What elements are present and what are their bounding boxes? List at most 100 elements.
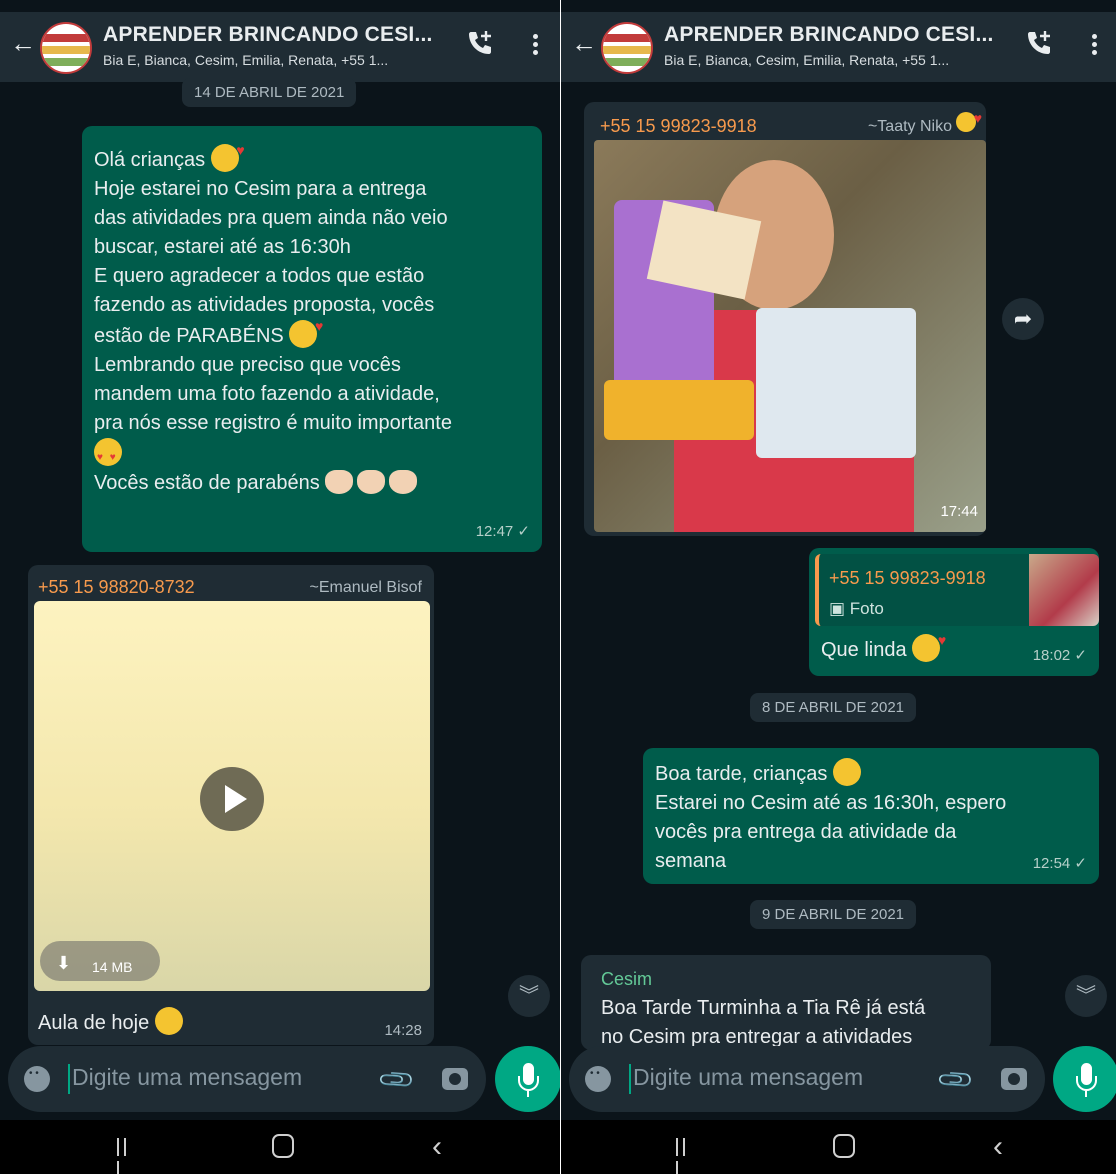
message-line: Boa tarde, crianças [655,758,1087,789]
arrow-left-icon[interactable]: ← [10,30,36,56]
group-participants[interactable]: Bia E, Bianca, Cesim, Emilia, Renata, +5… [103,52,388,68]
group-title[interactable]: APRENDER BRINCANDO CESI... [103,23,433,47]
outgoing-message[interactable]: Olá crianças Hoje estarei no Cesim para … [82,126,542,552]
camera-icon[interactable] [1001,1068,1027,1090]
message-line: Olá crianças [94,136,530,175]
outgoing-reply-message[interactable]: +55 15 99823-9918 ▣ Foto Que linda 18:02… [809,548,1099,676]
quoted-thumbnail [1029,554,1099,626]
group-avatar[interactable] [40,22,92,74]
add-call-icon[interactable] [1024,28,1054,58]
message-composer[interactable]: Digite uma mensagem 📎 [569,1046,1045,1112]
message-line: semana [655,850,727,872]
attach-icon[interactable]: 📎 [376,1060,418,1102]
quoted-sender: +55 15 99823-9918 [829,568,986,588]
text-caret [629,1064,631,1094]
message-text: Que linda [821,626,946,665]
message-line: estão de PARABÉNS [94,312,530,351]
sender-pushname: ~Emanuel Bisof [309,579,422,596]
message-time: 17:44 [940,503,978,520]
incoming-video-message[interactable]: +55 15 98820-8732 ~Emanuel Bisof ⬇ 14 MB… [28,565,434,1045]
download-arrow-icon: ⬇ [56,953,72,973]
chat-header: ← APRENDER BRINCANDO CESI... Bia E, Bian… [0,0,560,82]
home-icon[interactable] [272,1134,294,1158]
quoted-message[interactable]: +55 15 99823-9918 ▣ Foto [815,554,1099,626]
chat-header: ← APRENDER BRINCANDO CESI... Bia E, Bian… [561,0,1116,82]
play-icon[interactable] [200,767,264,831]
photo-gift-box [756,308,916,458]
smiling-hearts-emoji-icon [912,626,946,662]
message-line: Hoje estarei no Cesim para a entrega [94,178,427,200]
video-caption: Aula de hoje [38,1007,183,1038]
system-nav-bar: ‹ [561,1120,1116,1174]
attach-icon[interactable]: 📎 [935,1060,977,1102]
message-line: Lembrando que preciso que vocês [94,354,401,376]
scroll-down-icon[interactable]: ︾ [1065,975,1107,1017]
status-bar-strip [561,0,1116,12]
recents-icon[interactable] [676,1138,694,1174]
more-vert-icon[interactable] [1092,34,1098,56]
emoji-icon[interactable] [585,1066,611,1092]
more-vert-icon[interactable] [533,34,539,56]
date-chip: 8 DE ABRIL DE 2021 [750,693,917,722]
sender-name[interactable]: Cesim [601,965,971,994]
mic-button[interactable] [1053,1046,1116,1112]
chat-panel-right: ← APRENDER BRINCANDO CESI... Bia E, Bian… [561,0,1116,1174]
forward-icon[interactable]: ➦ [1002,298,1044,340]
smiling-emoji-icon [832,758,861,786]
chat-panel-left: ← APRENDER BRINCANDO CESI... Bia E, Bian… [0,0,560,1174]
nav-back-icon[interactable]: ‹ [432,1130,442,1164]
message-line: Estarei no Cesim até as 16:30h, espero [655,792,1007,814]
photo-snacks [604,380,754,440]
message-input[interactable]: Digite uma mensagem [72,1064,302,1091]
smiling-hearts-emoji-icon [210,136,245,172]
message-line: vocês pra entrega da atividade da [655,821,957,843]
recents-icon[interactable] [117,1138,135,1174]
photo-thumbnail[interactable]: 17:44 [594,140,986,532]
message-line: pra nós esse registro é muito importante [94,412,452,434]
date-chip: 14 DE ABRIL DE 2021 [182,78,357,107]
message-line: Vocês estão de parabéns [94,469,530,498]
video-thumbnail[interactable]: ⬇ 14 MB [34,601,430,991]
arrow-left-icon[interactable]: ← [571,30,597,56]
quoted-type: ▣ Foto [829,599,884,618]
emoji-icon[interactable] [24,1066,50,1092]
message-line [94,438,530,472]
message-line: Boa Tarde Turminha a Tia Rê já está [601,997,926,1019]
download-button[interactable]: ⬇ 14 MB [40,941,160,981]
add-call-icon[interactable] [465,28,495,58]
heart-eyes-emoji-icon [94,438,122,472]
status-bar-strip [0,0,560,12]
mic-icon-stand [1076,1076,1097,1091]
scroll-down-icon[interactable]: ︾ [508,975,550,1017]
outgoing-message[interactable]: Boa tarde, crianças Estarei no Cesim até… [643,748,1099,884]
camera-icon[interactable] [442,1068,468,1090]
clapping-hands-icon [389,470,418,494]
message-time: 18:02 ✓ [1032,647,1087,664]
system-nav-bar: ‹ [0,1120,560,1174]
mic-button[interactable] [495,1046,560,1112]
group-title[interactable]: APRENDER BRINCANDO CESI... [664,23,994,47]
message-line: fazendo as atividades proposta, vocês [94,294,435,316]
sender-phone[interactable]: +55 15 98820-8732 [38,573,195,602]
message-time: 12:47 ✓ [475,523,530,540]
date-chip: 9 DE ABRIL DE 2021 [750,900,917,929]
message-line: das atividades pra quem ainda não veio [94,207,448,229]
message-line: E quero agradecer a todos que estão [94,265,425,287]
smiling-hearts-emoji-icon [289,312,323,348]
sender-phone[interactable]: +55 15 99823-9918 [600,112,757,141]
mic-icon-stand [518,1076,539,1091]
sender-pushname: ~Taaty Niko [867,118,952,135]
home-icon[interactable] [833,1134,855,1158]
nav-back-icon[interactable]: ‹ [993,1130,1003,1164]
incoming-message[interactable]: Cesim Boa Tarde Turminha a Tia Rê já est… [581,955,991,1050]
group-avatar[interactable] [601,22,653,74]
mic-icon-leg [527,1091,529,1097]
message-composer[interactable]: Digite uma mensagem 📎 [8,1046,486,1112]
message-line: mandem uma foto fazendo a atividade, [94,383,440,405]
group-participants[interactable]: Bia E, Bianca, Cesim, Emilia, Renata, +5… [664,52,949,68]
mic-icon-leg [1085,1091,1087,1097]
incoming-photo-message[interactable]: +55 15 99823-9918 ~Taaty Niko 17:44 [584,102,986,536]
message-input[interactable]: Digite uma mensagem [633,1064,863,1091]
photo-icon: ▣ [829,599,846,618]
video-size: 14 MB [92,959,133,975]
